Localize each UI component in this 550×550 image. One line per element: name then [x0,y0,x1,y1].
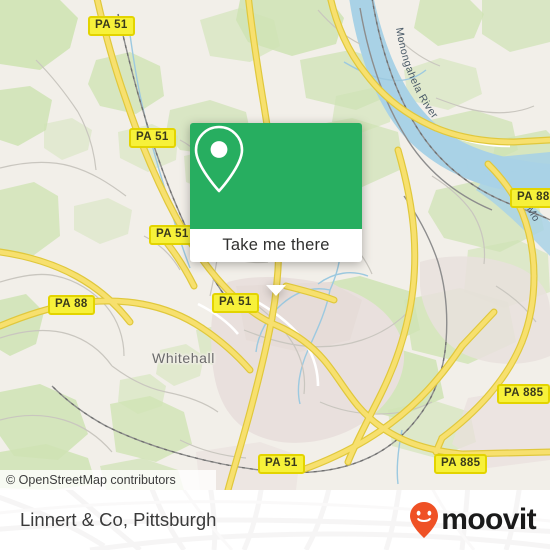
moovit-wordmark: moovit [441,503,536,536]
moovit-logo[interactable]: moovit [409,501,537,539]
moovit-smiley-pin-icon [410,502,439,538]
osm-attribution[interactable]: © OpenStreetMap contributors [0,470,216,490]
osm-attribution-text: © OpenStreetMap contributors [6,473,176,487]
road-shield-pa51-e[interactable]: PA 51 [258,454,305,474]
bottom-bar: Linnert & Co, Pittsburgh moovit [0,490,550,550]
road-shield-pa51-b[interactable]: PA 51 [129,128,176,148]
take-me-there-label: Take me there [222,236,330,254]
road-shield-pa51-d[interactable]: PA 51 [212,293,259,313]
location-popup-card[interactable]: Take me there [190,123,362,296]
location-title: Linnert & Co, Pittsburgh [20,509,217,530]
map-pin-icon [194,125,244,193]
road-shield-pa885-c[interactable]: PA 885 [434,454,488,474]
road-shield-pa51-a[interactable]: PA 51 [88,16,135,36]
popup-pointer [266,285,286,296]
road-shield-pa885-a[interactable]: PA 885 [510,188,550,208]
road-shield-pa88[interactable]: PA 88 [48,295,95,315]
take-me-there-button[interactable]: Take me there [190,229,362,262]
road-shield-pa51-c[interactable]: PA 51 [149,225,196,245]
road-shield-pa885-b[interactable]: PA 885 [497,384,550,404]
popup-header [190,123,362,229]
map-screenshot: Monongahela River Mo Whitehall PA 51 PA … [0,0,550,550]
place-label-whitehall: Whitehall [152,350,215,366]
map-canvas[interactable]: Monongahela River Mo Whitehall PA 51 PA … [0,0,550,490]
